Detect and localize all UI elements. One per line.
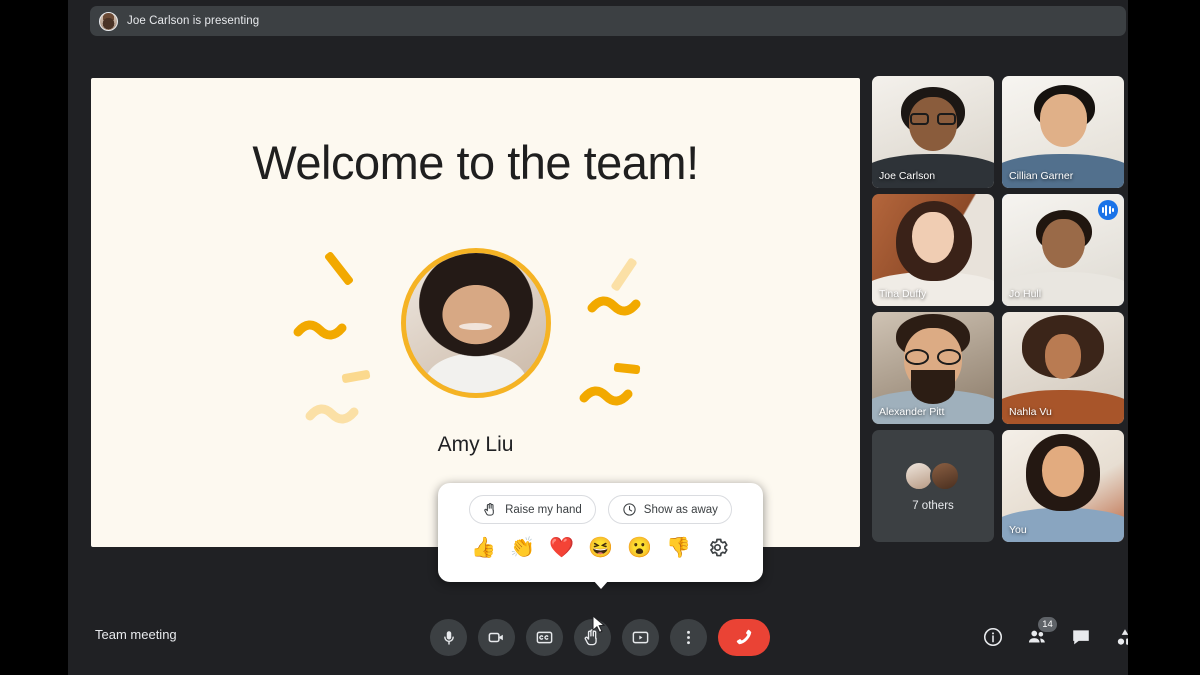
- bottom-control-bar: Team meeting 14: [0, 599, 1200, 675]
- thumbs-down-reaction[interactable]: 👎: [666, 535, 691, 560]
- raised-hand-icon: [584, 629, 597, 646]
- participant-tile-grid: Joe Carlson Cillian Garner Tina Duffy Jo…: [872, 76, 1129, 548]
- presenting-banner[interactable]: Joe Carlson is presenting: [90, 6, 1126, 36]
- participant-tile-jo-hull[interactable]: Jo Hull: [1002, 194, 1124, 306]
- slide-avatar: [400, 248, 551, 398]
- slide-title: Welcome to the team!: [252, 136, 699, 189]
- participant-tile-joe-carlson[interactable]: Joe Carlson: [872, 76, 994, 188]
- others-avatars: [904, 460, 962, 491]
- participant-tile-cillian-garner[interactable]: Cillian Garner: [1002, 76, 1124, 188]
- letterbox-right: [1128, 0, 1200, 675]
- presenting-label: Joe Carlson is presenting: [127, 15, 260, 27]
- raised-hand-icon: [484, 503, 494, 516]
- participant-tile-others[interactable]: 7 others: [872, 430, 994, 542]
- participant-tile-tina-duffy[interactable]: Tina Duffy: [872, 194, 994, 306]
- meet-window: Joe Carlson is presenting Welcome to the…: [0, 0, 1200, 675]
- active-speaker-indicator: [1098, 200, 1118, 220]
- participant-tile-nahla-vu[interactable]: Nahla Vu: [1002, 312, 1124, 424]
- microphone-icon: [443, 630, 454, 645]
- more-options-button[interactable]: [670, 619, 707, 656]
- gear-icon[interactable]: [705, 535, 730, 560]
- participant-name: Tina Duffy: [879, 288, 927, 300]
- raise-my-hand-button[interactable]: Raise my hand: [469, 495, 596, 524]
- people-icon[interactable]: 14: [1026, 617, 1057, 648]
- clapping-hands-reaction[interactable]: 👏: [510, 535, 535, 560]
- present-screen-icon: [632, 631, 649, 644]
- hangup-phone-icon: [736, 629, 751, 645]
- slide-avatar-burst: [293, 248, 656, 448]
- captions-button[interactable]: [526, 619, 563, 656]
- reactions-popup[interactable]: Raise my hand Show as away 👍 👏 ❤️ 😆 😮 👎: [438, 483, 763, 582]
- raise-my-hand-label: Raise my hand: [505, 503, 582, 516]
- surprised-face-reaction[interactable]: 😮: [627, 535, 652, 560]
- letterbox-left: [0, 0, 68, 675]
- participant-name: Joe Carlson: [879, 170, 936, 182]
- participant-name: You: [1009, 524, 1027, 536]
- slide-person-name: Amy Liu: [437, 433, 514, 456]
- laughing-face-reaction[interactable]: 😆: [588, 535, 613, 560]
- leave-call-button[interactable]: [718, 619, 770, 656]
- camera-icon: [488, 632, 503, 643]
- participant-name: Nahla Vu: [1009, 406, 1052, 418]
- captions-icon: [536, 631, 553, 644]
- presenter-avatar: [99, 11, 118, 31]
- show-as-away-label: Show as away: [643, 503, 718, 516]
- meeting-name-label: Team meeting: [95, 627, 177, 642]
- people-count-badge: 14: [1038, 617, 1057, 632]
- call-controls: [430, 619, 770, 656]
- meeting-right-icons: 14: [982, 617, 1136, 648]
- camera-button[interactable]: [478, 619, 515, 656]
- popup-pointer: [593, 580, 609, 589]
- clock-icon: [623, 503, 636, 516]
- chat-icon[interactable]: [1070, 626, 1092, 648]
- presentation-slide[interactable]: Welcome to the team! Amy Liu: [91, 78, 860, 547]
- meeting-details-icon[interactable]: [982, 626, 1004, 648]
- participant-name: Jo Hull: [1009, 288, 1042, 300]
- participant-name: Cillian Garner: [1009, 170, 1074, 182]
- thumbs-up-reaction[interactable]: 👍: [471, 535, 496, 560]
- participant-name: Alexander Pitt: [879, 406, 945, 418]
- show-as-away-button[interactable]: Show as away: [607, 495, 732, 524]
- three-dots-icon: [687, 630, 690, 645]
- emoji-reaction-row[interactable]: 👍 👏 ❤️ 😆 😮 👎: [438, 535, 763, 560]
- participant-tile-alexander-pitt[interactable]: Alexander Pitt: [872, 312, 994, 424]
- participant-tile-you[interactable]: You: [1002, 430, 1124, 542]
- microphone-button[interactable]: [430, 619, 467, 656]
- reactions-button[interactable]: [574, 619, 611, 656]
- red-heart-reaction[interactable]: ❤️: [549, 535, 574, 560]
- present-now-button[interactable]: [622, 619, 659, 656]
- others-count-label: 7 others: [912, 499, 954, 512]
